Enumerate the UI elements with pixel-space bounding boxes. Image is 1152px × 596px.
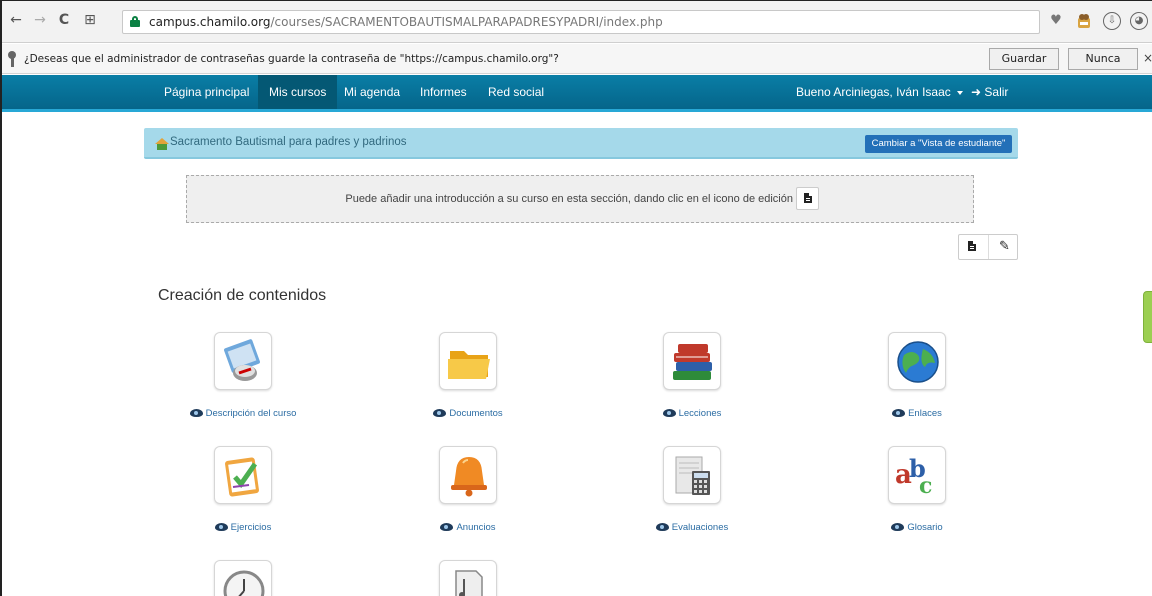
- course-title[interactable]: Sacramento Bautismal para padres y padri…: [170, 128, 407, 157]
- folder-icon: [448, 351, 490, 379]
- tool-label[interactable]: Anuncios: [427, 521, 509, 535]
- visible-eye-icon[interactable]: [662, 409, 676, 417]
- course-intro-box: Puede añadir una introducción a su curso…: [186, 175, 974, 223]
- course-tools-group: ✎: [958, 234, 1018, 260]
- url-host: campus.chamilo.org: [149, 15, 271, 29]
- visible-eye-icon[interactable]: [433, 409, 447, 417]
- apps-grid-icon[interactable]: ⊞: [82, 12, 98, 28]
- tool-documents[interactable]: [439, 332, 497, 390]
- never-save-button[interactable]: Nunca: [1068, 48, 1138, 70]
- side-panel-tab[interactable]: [1143, 291, 1152, 343]
- address-bar[interactable]: campus.chamilo.org/courses/SACRAMENTOBAU…: [122, 10, 1040, 34]
- user-name: Bueno Arciniegas, Iván Isaac: [796, 85, 951, 99]
- edit-intro-button[interactable]: [796, 187, 819, 210]
- reload-icon[interactable]: C: [56, 12, 72, 28]
- document-icon: [968, 241, 976, 251]
- visible-eye-icon[interactable]: [892, 409, 906, 417]
- books-icon: [673, 344, 712, 380]
- heart-icon[interactable]: ♥: [1047, 12, 1065, 30]
- document-icon: [804, 193, 812, 203]
- edit-document-button[interactable]: [961, 236, 984, 259]
- user-menu[interactable]: Bueno Arciniegas, Iván Isaac: [796, 75, 963, 109]
- clock-icon: [223, 570, 265, 596]
- bell-icon: [451, 457, 487, 497]
- profile-icon[interactable]: ◕: [1130, 12, 1148, 30]
- tool-label[interactable]: Lecciones: [650, 407, 734, 421]
- visible-eye-icon[interactable]: [440, 523, 454, 531]
- back-arrow-icon[interactable]: ←: [8, 12, 24, 28]
- student-view-button[interactable]: Cambiar a "Vista de estudiante": [865, 135, 1012, 153]
- visible-eye-icon[interactable]: [891, 523, 905, 531]
- tool-attendance[interactable]: [214, 560, 272, 596]
- tool-label[interactable]: Descripción del curso: [180, 407, 306, 421]
- nav-my-courses[interactable]: Mis cursos: [258, 75, 338, 109]
- tool-exercises[interactable]: [214, 446, 272, 504]
- tool-glossary[interactable]: a b c: [888, 446, 946, 504]
- tool-audio[interactable]: [439, 560, 497, 596]
- save-password-button[interactable]: Guardar: [989, 48, 1059, 70]
- tool-label[interactable]: Enlaces: [875, 407, 959, 421]
- visible-eye-icon[interactable]: [189, 409, 203, 417]
- logout-link[interactable]: ➜ Salir: [971, 75, 1008, 109]
- key-icon: [8, 51, 16, 67]
- visible-eye-icon[interactable]: [655, 523, 669, 531]
- tool-links[interactable]: [888, 332, 946, 390]
- home-icon[interactable]: [155, 138, 169, 150]
- site-navbar: Página principal Mis cursos Mi agenda In…: [2, 75, 1152, 112]
- checklist-icon: [225, 457, 259, 497]
- calculator-icon: [675, 456, 710, 495]
- wrench-icon[interactable]: ✎: [999, 238, 1010, 256]
- forward-arrow-icon[interactable]: →: [32, 12, 48, 28]
- visible-eye-icon[interactable]: [214, 523, 228, 531]
- tool-announcements[interactable]: [439, 446, 497, 504]
- tool-lessons[interactable]: [663, 332, 721, 390]
- tool-label[interactable]: Evaluaciones: [647, 521, 737, 535]
- nav-social[interactable]: Red social: [488, 75, 544, 109]
- extension-icon[interactable]: [1075, 12, 1093, 30]
- url-path: /courses/SACRAMENTOBAUTISMALPARAPADRESYP…: [270, 15, 663, 29]
- nav-home[interactable]: Página principal: [164, 75, 249, 109]
- section-title: Creación de contenidos: [158, 287, 327, 304]
- music-book-icon: [455, 570, 483, 596]
- tool-label[interactable]: Ejercicios: [207, 521, 279, 535]
- course-description-icon: [224, 339, 260, 381]
- svg-text:c: c: [919, 473, 932, 499]
- lock-icon: [130, 16, 140, 27]
- globe-icon: [897, 341, 939, 383]
- password-save-bar: ¿Deseas que el administrador de contrase…: [2, 44, 1152, 74]
- browser-window: ← → C ⊞ campus.chamilo.org/courses/SACRA…: [0, 0, 1152, 596]
- download-icon[interactable]: ⇩: [1103, 12, 1121, 30]
- password-prompt-text: ¿Deseas que el administrador de contrase…: [24, 53, 559, 65]
- close-icon[interactable]: ×: [1143, 51, 1152, 65]
- abc-icon: a b c: [895, 454, 932, 499]
- tool-label[interactable]: Glosario: [879, 521, 955, 535]
- nav-agenda[interactable]: Mi agenda: [344, 75, 400, 109]
- tool-assessments[interactable]: [663, 446, 721, 504]
- intro-text: Puede añadir una introducción a su curso…: [345, 193, 793, 205]
- tool-course-description[interactable]: [214, 332, 272, 390]
- caret-down-icon: [956, 90, 963, 95]
- breadcrumb: Sacramento Bautismal para padres y padri…: [144, 128, 1018, 159]
- browser-toolbar: ← → C ⊞ campus.chamilo.org/courses/SACRA…: [2, 1, 1152, 43]
- tool-label[interactable]: Documentos: [417, 407, 519, 421]
- nav-reports[interactable]: Informes: [420, 75, 467, 109]
